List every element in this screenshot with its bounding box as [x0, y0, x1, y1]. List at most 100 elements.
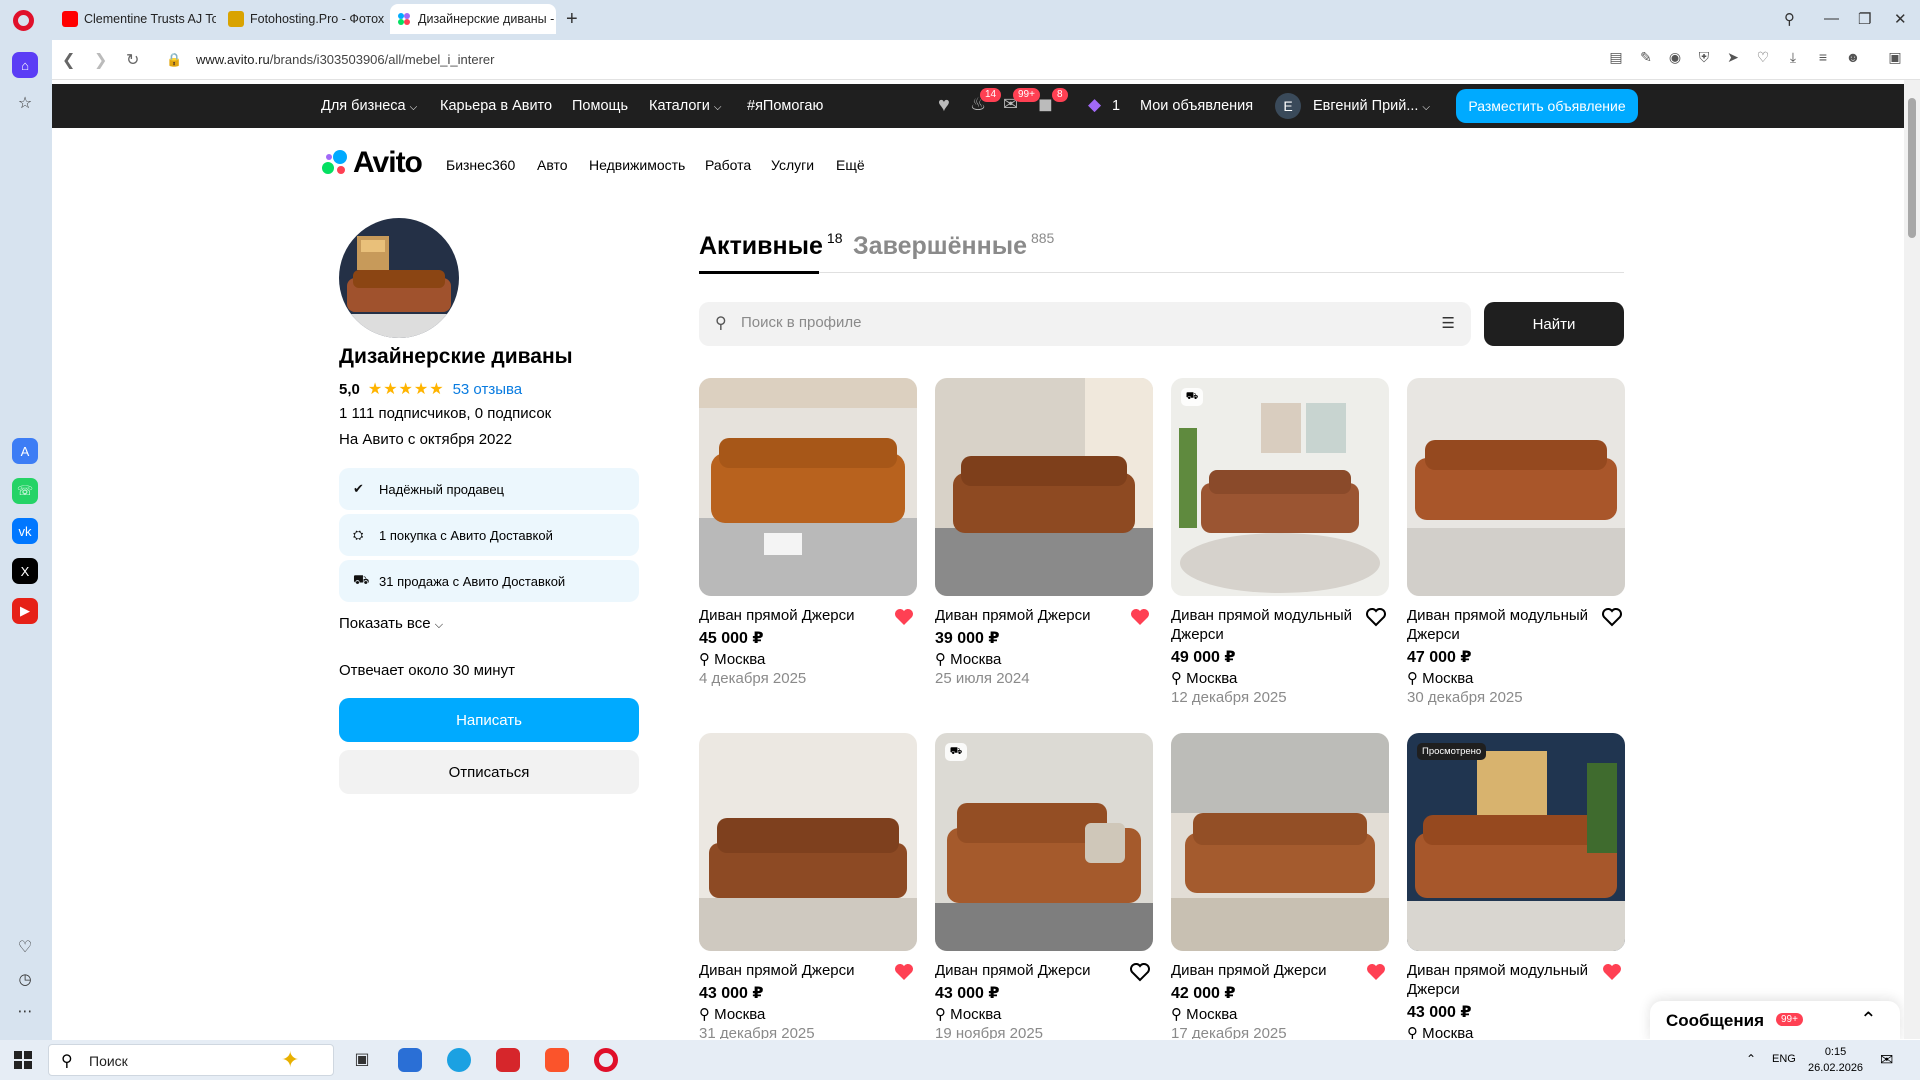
listing-photo[interactable]	[1407, 378, 1625, 596]
favorite-filled-icon[interactable]	[893, 606, 915, 628]
history-icon[interactable]: ◷	[12, 966, 38, 992]
browser-tab-3-active[interactable]: Дизайнерские диваны - (	[390, 4, 556, 34]
task-view-icon[interactable]: ▣	[350, 1048, 374, 1072]
listing-card[interactable]: Диван прямой Джерси 43 000 ₽ ⚲ Москва 31…	[699, 733, 917, 1039]
tray-chevron-icon[interactable]: ⌃	[1746, 1052, 1756, 1066]
more-icon[interactable]: ⋯	[12, 998, 38, 1024]
vivaldi-icon[interactable]	[496, 1048, 520, 1072]
taskbar-search-input[interactable]: ⚲ Поиск ✦	[48, 1044, 334, 1076]
user-name[interactable]: Евгений Прий... ⌵	[1313, 98, 1430, 114]
chevron-up-icon[interactable]: ⌃	[1860, 1007, 1877, 1032]
opera-taskbar-icon[interactable]	[594, 1048, 618, 1072]
find-button[interactable]: Найти	[1484, 302, 1624, 346]
profile-search-input[interactable]: ⚲ Поиск в профиле ☰	[699, 302, 1471, 346]
clock[interactable]: 0:15 26.02.2026	[1808, 1044, 1863, 1076]
nav-business[interactable]: Для бизнеса ⌵	[321, 98, 417, 114]
profile-icon[interactable]: ☻	[1844, 49, 1862, 67]
catnav-business360[interactable]: Бизнес360	[446, 157, 515, 173]
vk-icon[interactable]: vk	[12, 518, 38, 544]
catnav-services[interactable]: Услуги	[771, 157, 814, 173]
home-icon[interactable]: ⌂	[12, 52, 38, 78]
back-icon[interactable]: ❮	[62, 50, 75, 70]
restore-icon[interactable]: ❐	[1858, 10, 1871, 28]
close-window-icon[interactable]: ✕	[1894, 10, 1907, 28]
reader-icon[interactable]: ▤	[1607, 49, 1625, 67]
chip-sales[interactable]: ⛟ 31 продажа с Авито Доставкой	[339, 560, 639, 602]
menu-icon[interactable]: ≡	[1814, 49, 1832, 67]
search-tabs-icon[interactable]: ⚲	[1784, 10, 1795, 28]
unsubscribe-button[interactable]: Отписаться	[339, 750, 639, 794]
page-scrollbar[interactable]	[1904, 80, 1920, 1039]
show-all-link[interactable]: Показать все ⌵	[339, 615, 443, 632]
language-indicator[interactable]: ENG	[1772, 1053, 1796, 1065]
app-store-icon[interactable]: A	[12, 438, 38, 464]
listing-card[interactable]: Диван прямой Джерси 45 000 ₽ ⚲ Москва 4 …	[699, 378, 917, 687]
promo-icon[interactable]: ◆	[1088, 95, 1101, 115]
brave-icon[interactable]	[545, 1048, 569, 1072]
listing-photo[interactable]: ⛟	[935, 733, 1153, 951]
extensions-icon[interactable]: ▣	[1886, 49, 1904, 67]
tab-active[interactable]: Активные 18	[699, 230, 842, 261]
nav-help[interactable]: Помощь	[572, 98, 628, 114]
heart-bookmark-icon[interactable]: ♡	[1754, 49, 1772, 67]
nav-ya-pomogayu[interactable]: #яПомогаю	[747, 98, 823, 114]
whatsapp-icon[interactable]: ☏	[12, 478, 38, 504]
favorites-icon[interactable]: ♥	[938, 94, 950, 117]
heart-icon[interactable]: ♡	[12, 934, 38, 960]
forward-icon[interactable]: ❯	[94, 50, 107, 70]
listing-photo[interactable]: Просмотрено	[1407, 733, 1625, 951]
favorite-filled-icon[interactable]	[1129, 606, 1151, 628]
chip-purchase[interactable]: ⛭ 1 покупка с Авито Доставкой	[339, 514, 639, 556]
favorite-filled-icon[interactable]	[893, 961, 915, 983]
favorite-filled-icon[interactable]	[1365, 961, 1387, 983]
listing-photo[interactable]	[699, 378, 917, 596]
listing-photo[interactable]	[935, 378, 1153, 596]
notification-center-icon[interactable]: ✉	[1880, 1050, 1893, 1070]
url-field[interactable]: www.avito.ru/brands/i303503906/all/mebel…	[196, 52, 494, 67]
x-icon[interactable]: X	[12, 558, 38, 584]
avito-logo[interactable]: Avito	[321, 146, 423, 180]
edge-icon[interactable]	[447, 1048, 471, 1072]
listing-title[interactable]: Диван прямой Джерси	[699, 961, 884, 980]
my-ads-link[interactable]: Мои объявления	[1140, 98, 1253, 114]
listing-title[interactable]: Диван прямой Джерси	[699, 606, 884, 625]
listing-photo[interactable]: ⛟	[1171, 378, 1389, 596]
listing-card[interactable]: ⛟ Диван прямой Джерси 43 000 ₽ ⚲ Москва …	[935, 733, 1153, 1039]
camera-icon[interactable]: ◉	[1666, 49, 1684, 67]
listing-card[interactable]: Диван прямой Джерси 42 000 ₽ ⚲ Москва 17…	[1171, 733, 1389, 1039]
listing-title[interactable]: Диван прямой Джерси	[935, 961, 1120, 980]
edit-icon[interactable]: ✎	[1637, 49, 1655, 67]
music-player-icon[interactable]: ▶	[12, 598, 38, 624]
listing-title[interactable]: Диван прямой Джерси	[935, 606, 1120, 625]
catnav-realty[interactable]: Недвижимость	[589, 157, 685, 173]
favorite-filled-icon[interactable]	[1601, 961, 1623, 983]
send-icon[interactable]: ➤	[1724, 49, 1742, 67]
post-ad-button[interactable]: Разместить объявление	[1456, 89, 1638, 123]
listing-card[interactable]: Диван прямой модульный Джерси 47 000 ₽ ⚲…	[1407, 378, 1625, 706]
nav-career[interactable]: Карьера в Авито	[440, 98, 552, 114]
listing-title[interactable]: Диван прямой модульный Джерси	[1171, 606, 1356, 644]
favorite-outline-icon[interactable]	[1601, 606, 1623, 628]
listing-card[interactable]: ⛟ Диван прямой модульный Джерси 49 000 ₽…	[1171, 378, 1389, 706]
windows-start-icon[interactable]	[14, 1051, 32, 1069]
new-tab-button[interactable]: +	[566, 9, 578, 29]
catnav-more[interactable]: Ещё	[836, 157, 865, 173]
messages-widget[interactable]: Сообщения 99+ ⌃	[1650, 1001, 1900, 1039]
listing-card[interactable]: Диван прямой Джерси 39 000 ₽ ⚲ Москва 25…	[935, 378, 1153, 687]
messages-icon[interactable]: ✉ 99+	[1003, 88, 1040, 115]
scrollbar-thumb[interactable]	[1908, 98, 1916, 238]
browser-tab-2[interactable]: Fotohosting.Pro - Фотохо	[222, 4, 384, 34]
minimize-icon[interactable]: —	[1824, 10, 1839, 27]
chip-reliable-seller[interactable]: ✔ Надёжный продавец	[339, 468, 639, 510]
nav-catalogs[interactable]: Каталоги ⌵	[649, 98, 721, 114]
tab-completed[interactable]: Завершённые 885	[853, 230, 1054, 261]
bell-icon[interactable]: ♨ 14	[970, 88, 1002, 115]
favorite-outline-icon[interactable]	[1129, 961, 1151, 983]
catnav-jobs[interactable]: Работа	[705, 157, 751, 173]
write-button[interactable]: Написать	[339, 698, 639, 742]
catnav-auto[interactable]: Авто	[537, 157, 568, 173]
listing-photo[interactable]	[1171, 733, 1389, 951]
reload-icon[interactable]: ↻	[126, 50, 139, 70]
download-icon[interactable]: ⤓	[1784, 49, 1802, 67]
listing-photo[interactable]	[699, 733, 917, 951]
